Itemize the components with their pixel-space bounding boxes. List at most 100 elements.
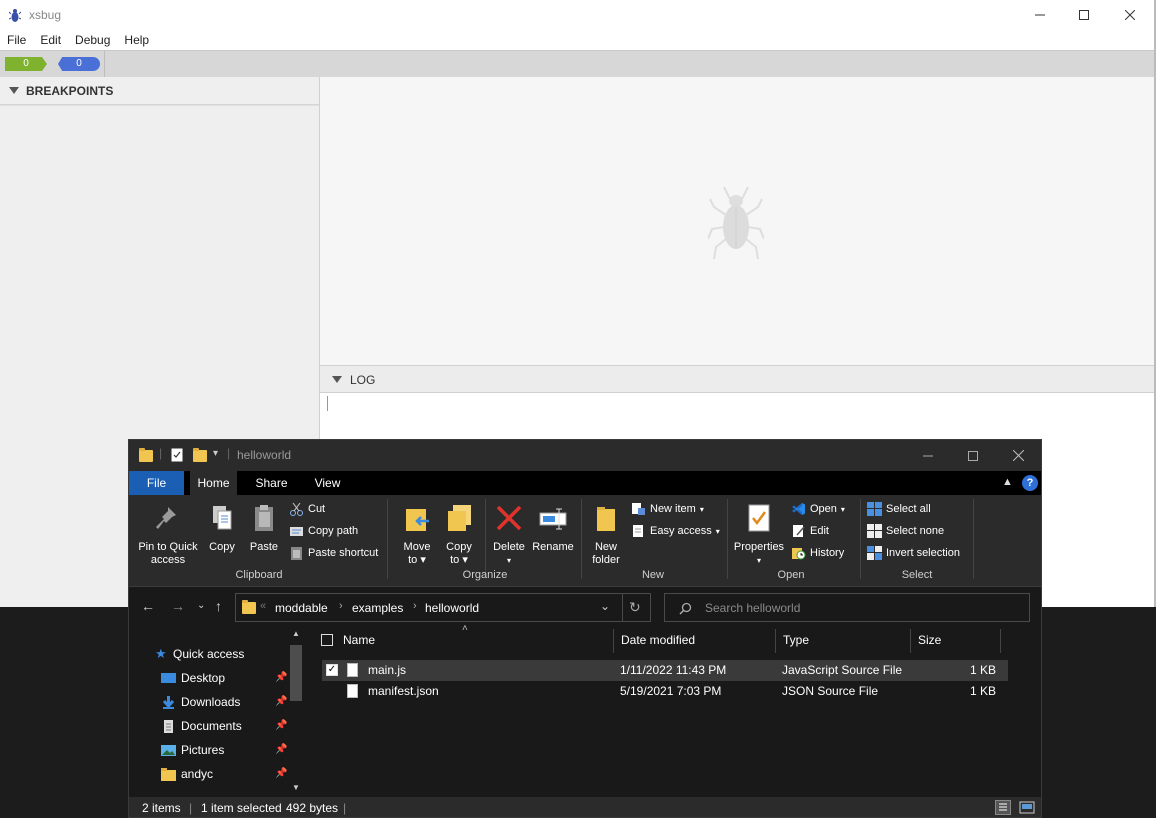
pin-icon[interactable]: 📌 (275, 696, 287, 707)
close-button[interactable] (1107, 0, 1153, 30)
sort-ascending-icon: ˄ (462, 623, 468, 634)
tab-view[interactable]: View (304, 471, 351, 495)
file-row[interactable]: ✓ main.js 1/11/2022 11:43 PM JavaScript … (322, 660, 1008, 681)
properties-label: Properties (733, 541, 785, 553)
large-icons-view-icon[interactable] (1019, 801, 1035, 814)
details-view-icon[interactable] (995, 800, 1011, 815)
properties-qat-icon[interactable] (171, 448, 183, 462)
ribbon-home: Pin to Quick access Copy Paste Cut Copy … (129, 495, 1041, 587)
refresh-icon[interactable]: ↻ (629, 599, 641, 616)
minimize-button[interactable] (1017, 0, 1063, 30)
paste-button[interactable]: Paste (246, 503, 282, 554)
pin-icon[interactable]: 📌 (275, 672, 287, 683)
move-to-word: to (408, 554, 418, 566)
minimize-button[interactable] (905, 440, 951, 471)
copy-path-button[interactable]: Copy path (289, 522, 358, 540)
pin-icon[interactable]: 📌 (275, 768, 287, 779)
new-folder-qat-icon[interactable] (193, 448, 207, 462)
search-input[interactable]: Search helloworld (664, 593, 1030, 622)
invert-selection-button[interactable]: Invert selection (867, 544, 960, 562)
breadcrumb-moddable[interactable]: moddable (275, 601, 328, 615)
pin-icon[interactable]: 📌 (275, 720, 287, 731)
pin-icon[interactable]: 📌 (275, 744, 287, 755)
new-item-button[interactable]: New item ▾ (631, 500, 704, 518)
paste-shortcut-label: Paste shortcut (308, 547, 379, 559)
select-none-button[interactable]: Select none (867, 522, 944, 540)
menu-edit[interactable]: Edit (33, 30, 68, 50)
forward-arrow-icon[interactable]: → (171, 598, 185, 614)
select-all-button[interactable]: Select all (867, 500, 931, 518)
vscode-icon (792, 503, 805, 515)
column-header-type[interactable]: Type (783, 627, 809, 653)
paste-shortcut-icon (291, 547, 302, 560)
menu-help[interactable]: Help (117, 30, 156, 50)
nav-scrollbar-thumb[interactable] (290, 645, 302, 701)
breadcrumb-examples[interactable]: examples (352, 601, 403, 615)
file-size: 1 KB (970, 663, 997, 677)
breadcrumb-overflow[interactable]: « (260, 600, 266, 612)
rename-button[interactable]: Rename (531, 503, 575, 554)
properties-button[interactable]: Properties ▾ (731, 503, 787, 567)
open-button[interactable]: Open ▾ (791, 500, 845, 518)
copy-path-icon (290, 527, 303, 536)
tab-file[interactable]: File (129, 471, 184, 495)
breadcrumb-chevron-icon[interactable]: › (413, 600, 417, 612)
help-icon[interactable]: ? (1022, 475, 1038, 491)
file-row[interactable]: manifest.json 5/19/2021 7:03 PM JSON Sou… (322, 681, 1008, 702)
new-folder-button[interactable]: New folder (587, 503, 625, 567)
scroll-down-icon[interactable]: ▼ (292, 783, 300, 792)
move-to-button[interactable]: Move to ▾ (397, 503, 437, 567)
column-divider[interactable] (910, 629, 911, 653)
cut-button[interactable]: Cut (289, 500, 325, 518)
nav-pictures[interactable]: Pictures 📌 (129, 739, 307, 763)
collapse-ribbon-icon[interactable]: ▲ (1002, 476, 1013, 488)
breakpoints-header[interactable]: BREAKPOINTS (0, 77, 319, 105)
nav-quick-access[interactable]: Quick access ★ (129, 643, 307, 667)
window-title: xsbug (29, 8, 62, 22)
tab-home[interactable]: Home (190, 471, 237, 495)
close-button[interactable] (995, 440, 1041, 471)
nav-documents[interactable]: Documents 📌 (129, 715, 307, 739)
tab-share[interactable]: Share (248, 471, 295, 495)
machine-count-badge[interactable]: 0 (5, 57, 47, 71)
qat-dropdown-icon[interactable]: ▾ (213, 448, 218, 459)
scroll-up-icon[interactable]: ▲ (292, 629, 300, 638)
copy-button[interactable]: Copy (205, 503, 239, 554)
breadcrumb-chevron-icon[interactable]: › (339, 600, 343, 612)
edit-button[interactable]: Edit (791, 522, 829, 540)
nav-desktop[interactable]: Desktop 📌 (129, 667, 307, 691)
maximize-button[interactable] (1061, 0, 1107, 30)
pin-quick-access-button[interactable]: Pin to Quick access (135, 503, 201, 567)
nav-downloads[interactable]: Downloads 📌 (129, 691, 307, 715)
copy-to-button[interactable]: Copy to ▾ (439, 503, 479, 567)
connection-count-badge[interactable]: 0 (58, 57, 100, 71)
up-arrow-icon[interactable]: ↑ (215, 598, 222, 614)
row-checkbox[interactable]: ✓ (326, 664, 338, 676)
menu-debug[interactable]: Debug (68, 30, 117, 50)
new-folder-icon (597, 507, 615, 531)
recent-locations-icon[interactable]: ⌄ (197, 600, 205, 611)
paste-shortcut-button[interactable]: Paste shortcut (289, 544, 378, 562)
menu-file[interactable]: File (0, 30, 33, 50)
maximize-button[interactable] (950, 440, 996, 471)
column-header-size[interactable]: Size (918, 627, 941, 653)
easy-access-button[interactable]: Easy access ▾ (631, 522, 720, 540)
group-divider (727, 499, 728, 579)
select-all-checkbox[interactable] (321, 634, 333, 646)
group-divider (485, 499, 486, 579)
column-header-date[interactable]: Date modified (621, 627, 695, 653)
column-divider[interactable] (775, 629, 776, 653)
back-arrow-icon[interactable]: ← (141, 598, 155, 614)
delete-button[interactable]: Delete ▾ (489, 503, 529, 567)
column-header-name[interactable]: Name (343, 627, 375, 653)
log-label: LOG (350, 373, 376, 387)
address-dropdown-icon[interactable]: ⌄ (600, 599, 610, 613)
column-divider[interactable] (613, 629, 614, 653)
log-header[interactable]: LOG (320, 365, 1156, 393)
nav-andyc[interactable]: andyc 📌 (129, 763, 307, 787)
history-button[interactable]: History (791, 544, 844, 562)
copy-icon (213, 506, 232, 530)
breadcrumb-helloworld[interactable]: helloworld (425, 601, 479, 615)
column-divider[interactable] (1000, 629, 1001, 653)
address-bar[interactable]: « moddable › examples › helloworld ⌄ ↻ (235, 593, 651, 622)
